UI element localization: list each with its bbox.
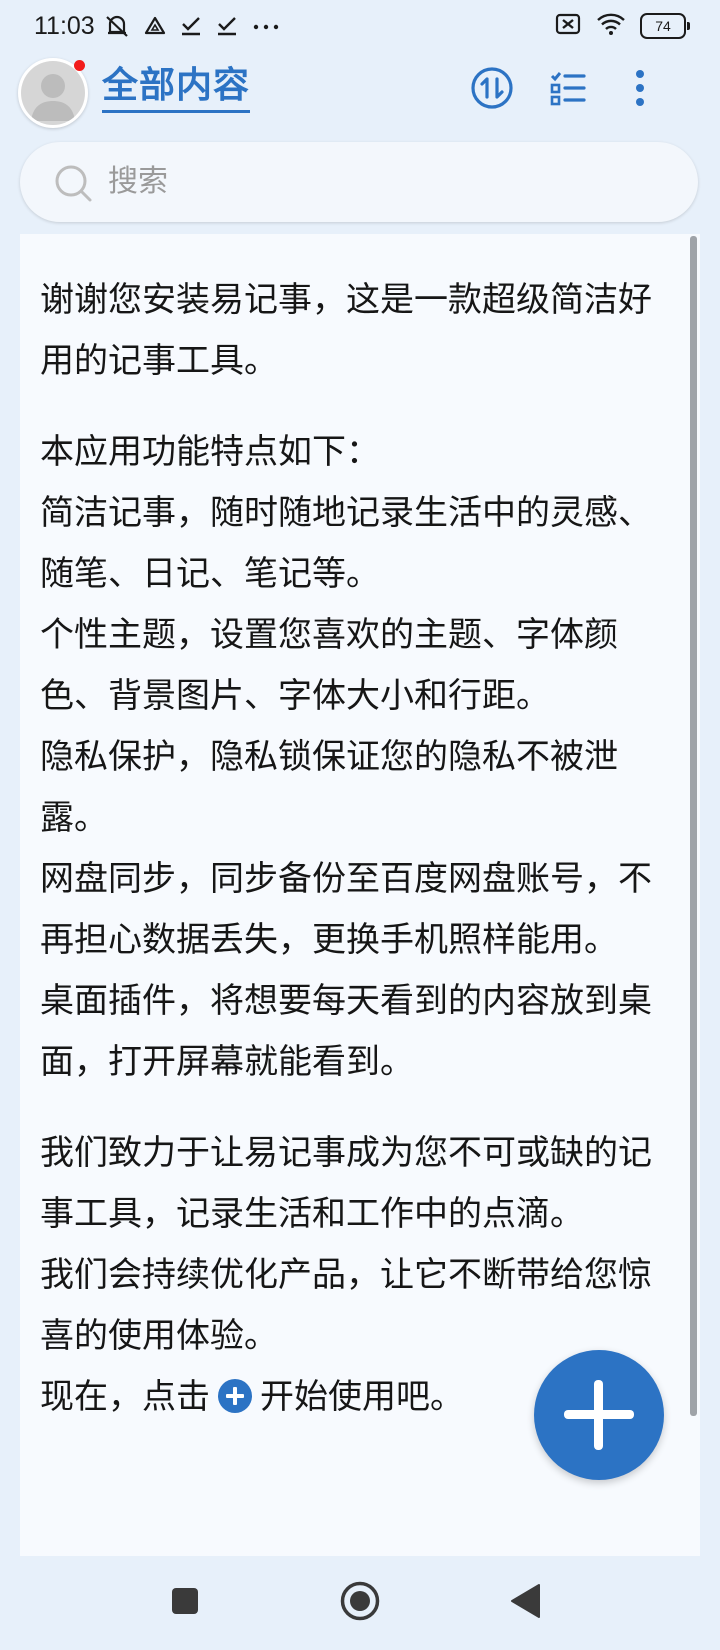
more-icon — [252, 15, 280, 41]
feature-item: 个性主题，设置您喜欢的主题、字体颜色、背景图片、字体大小和行距。 — [40, 615, 618, 716]
status-time: 11:03 — [34, 12, 95, 40]
note-intro: 谢谢您安装易记事，这是一款超级简洁好用的记事工具。 — [40, 280, 652, 381]
back-triangle-icon[interactable] — [500, 1576, 550, 1626]
feature-item: 网盘同步，同步备份至百度网盘账号，不再担心数据丢失，更换手机照样能用。 — [40, 859, 652, 960]
user-silhouette-icon — [21, 61, 85, 125]
add-note-button[interactable] — [534, 1350, 664, 1480]
check-icon — [180, 15, 202, 41]
drive-icon — [144, 15, 166, 41]
status-left-icons — [104, 14, 280, 42]
search-placeholder: 搜索 — [108, 164, 168, 199]
app-header: 全部内容 — [0, 54, 720, 134]
checklist-icon[interactable] — [542, 62, 594, 114]
sim-off-icon — [554, 12, 582, 40]
search-icon — [54, 164, 94, 208]
cta-before: 现在，点击 — [40, 1377, 210, 1417]
page-title[interactable]: 全部内容 — [102, 64, 251, 113]
search-input[interactable]: 搜索 — [20, 142, 698, 222]
note-content: 谢谢您安装易记事，这是一款超级简洁好用的记事工具。 本应用功能特点如下： 简洁记… — [40, 270, 665, 1428]
closing-paragraph: 我们会持续优化产品，让它不断带给您惊喜的使用体验。 — [40, 1255, 652, 1356]
square-icon[interactable] — [160, 1576, 210, 1626]
notification-dot — [74, 60, 85, 71]
feature-item: 简洁记事，随时随地记录生活中的灵感、随笔、日记、笔记等。 — [40, 493, 652, 594]
system-navigation-bar — [0, 1556, 720, 1650]
check-icon — [216, 15, 238, 41]
scrollbar[interactable] — [690, 236, 697, 1416]
sort-icon[interactable] — [466, 62, 518, 114]
battery-indicator: 74 — [640, 13, 690, 39]
mute-icon — [104, 14, 130, 42]
plus-circle-icon — [218, 1379, 252, 1413]
feature-item: 隐私保护，隐私锁保证您的隐私不被泄露。 — [40, 737, 618, 838]
home-circle-icon[interactable] — [335, 1576, 385, 1626]
status-right-icons: 74 — [554, 12, 690, 40]
feature-item: 桌面插件，将想要每天看到的内容放到桌面，打开屏幕就能看到。 — [40, 981, 652, 1082]
wifi-icon — [596, 12, 626, 40]
more-vert-icon[interactable] — [614, 62, 666, 114]
cta-after: 开始使用吧。 — [260, 1377, 464, 1417]
status-bar: 11:03 74 — [0, 0, 720, 54]
features-heading: 本应用功能特点如下： — [40, 432, 380, 472]
closing-paragraph: 我们致力于让易记事成为您不可或缺的记事工具，记录生活和工作中的点滴。 — [40, 1133, 652, 1234]
